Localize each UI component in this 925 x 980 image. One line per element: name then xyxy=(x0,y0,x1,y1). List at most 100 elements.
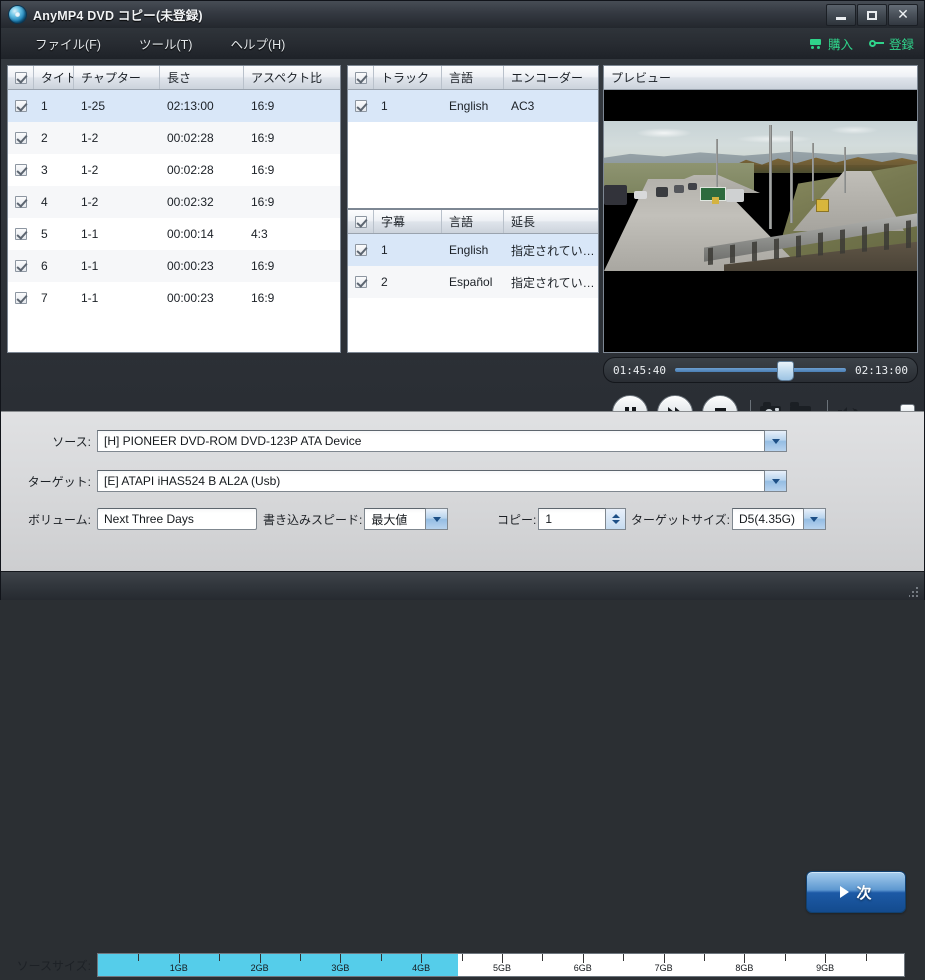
target-size-dropdown-arrow[interactable] xyxy=(804,508,826,530)
table-row[interactable]: 51-100:00:144:3 xyxy=(8,218,340,250)
title-select-all-checkbox[interactable] xyxy=(8,66,34,89)
meter-tick xyxy=(785,954,786,961)
meter-tick-label: 4GB xyxy=(412,963,430,973)
source-size-fill xyxy=(98,954,458,976)
source-dropdown-arrow[interactable] xyxy=(765,430,787,452)
menu-file[interactable]: ファイル(F) xyxy=(23,30,113,57)
table-row[interactable]: 61-100:00:2316:9 xyxy=(8,250,340,282)
meter-tick xyxy=(744,954,745,963)
title-cell: 3 xyxy=(34,154,74,186)
settings-panel: ソース: [H] PIONEER DVD-ROM DVD-123P ATA De… xyxy=(1,411,924,571)
table-row[interactable]: 71-100:00:2316:9 xyxy=(8,282,340,314)
column-encoder[interactable]: エンコーダー xyxy=(504,66,598,89)
meter-tick xyxy=(623,954,624,961)
video-surface[interactable] xyxy=(604,90,917,326)
aspect-cell: 16:9 xyxy=(244,250,340,282)
close-button[interactable]: ✕ xyxy=(888,4,918,26)
meter-tick xyxy=(542,954,543,961)
meter-tick xyxy=(340,954,341,963)
column-subtitle-language[interactable]: 言語 xyxy=(442,210,504,233)
buy-button[interactable]: 購入 xyxy=(808,34,853,53)
target-select[interactable]: [E] ATAPI iHAS524 B AL2A (Usb) xyxy=(97,470,765,492)
clouds xyxy=(604,123,917,149)
table-row[interactable]: 1EnglishAC3 xyxy=(348,90,598,122)
cart-icon xyxy=(808,38,823,50)
target-size-select[interactable]: D5(4.35G) xyxy=(732,508,804,530)
title-list[interactable]: タイト チャプター 長さ アスペクト比 11-2502:13:0016:921-… xyxy=(7,65,341,353)
speed-label: 書き込みスピード: xyxy=(263,511,362,528)
table-row[interactable]: 1English指定されてい… xyxy=(348,234,598,266)
source-size-row: ソースサイズ: 1GB2GB3GB4GB5GB6GB7GB8GB9GB xyxy=(1,950,924,980)
meter-tick-label: 7GB xyxy=(655,963,673,973)
row-checkbox[interactable] xyxy=(8,218,34,250)
subtitle-select-all-checkbox[interactable] xyxy=(348,210,374,233)
speed-row: 書き込みスピード: 最大値 xyxy=(263,508,448,530)
row-checkbox[interactable] xyxy=(348,234,374,266)
row-checkbox[interactable] xyxy=(8,250,34,282)
chapter-cell: 1-2 xyxy=(74,154,160,186)
minimize-button[interactable] xyxy=(826,4,856,26)
speed-select[interactable]: 最大値 xyxy=(364,508,426,530)
seek-bar[interactable]: 01:45:40 02:13:00 xyxy=(603,357,918,383)
track-select-all-checkbox[interactable] xyxy=(348,66,374,89)
seek-track[interactable] xyxy=(675,368,846,372)
table-row[interactable]: 31-200:02:2816:9 xyxy=(8,154,340,186)
copies-stepper[interactable] xyxy=(606,508,626,530)
maximize-button[interactable] xyxy=(857,4,887,26)
subtitle-list[interactable]: 字幕 言語 延長 1English指定されてい…2Español指定されてい… xyxy=(347,209,599,353)
aspect-cell: 4:3 xyxy=(244,218,340,250)
track-list-header: トラック 言語 エンコーダー xyxy=(348,66,598,90)
row-checkbox[interactable] xyxy=(348,90,374,122)
chapter-cell: 1-1 xyxy=(74,282,160,314)
checkbox-icon xyxy=(15,132,27,144)
language-cell: English xyxy=(442,90,504,122)
target-dropdown-arrow[interactable] xyxy=(765,470,787,492)
column-length[interactable]: 長さ xyxy=(160,66,244,89)
checkbox-icon xyxy=(355,244,367,256)
row-checkbox[interactable] xyxy=(8,282,34,314)
meter-tick xyxy=(300,954,301,961)
menu-help[interactable]: ヘルプ(H) xyxy=(218,30,297,57)
chapter-cell: 1-2 xyxy=(74,122,160,154)
row-checkbox[interactable] xyxy=(8,122,34,154)
row-checkbox[interactable] xyxy=(8,90,34,122)
table-row[interactable]: 11-2502:13:0016:9 xyxy=(8,90,340,122)
meter-tick xyxy=(825,954,826,963)
chapter-cell: 1-2 xyxy=(74,186,160,218)
aspect-cell: 16:9 xyxy=(244,154,340,186)
car-dark-1 xyxy=(656,187,668,197)
copies-input[interactable]: 1 xyxy=(538,508,606,530)
menu-tools[interactable]: ツール(T) xyxy=(127,30,204,57)
audio-track-list[interactable]: トラック 言語 エンコーダー 1EnglishAC3 xyxy=(347,65,599,209)
chapter-cell: 1-1 xyxy=(74,218,160,250)
title-cell: 4 xyxy=(34,186,74,218)
column-title[interactable]: タイト xyxy=(34,66,74,89)
column-track[interactable]: トラック xyxy=(374,66,442,89)
chapter-cell: 1-25 xyxy=(74,90,160,122)
table-row[interactable]: 21-200:02:2816:9 xyxy=(8,122,340,154)
title-cell: 1 xyxy=(34,90,74,122)
column-chapter[interactable]: チャプター xyxy=(74,66,160,89)
checkbox-icon xyxy=(15,292,27,304)
table-row[interactable]: 2Español指定されてい… xyxy=(348,266,598,298)
meter-tick xyxy=(381,954,382,961)
column-track-language[interactable]: 言語 xyxy=(442,66,504,89)
register-button[interactable]: 登録 xyxy=(869,34,914,53)
speed-dropdown-arrow[interactable] xyxy=(426,508,448,530)
row-checkbox[interactable] xyxy=(8,186,34,218)
table-row[interactable]: 41-200:02:3216:9 xyxy=(8,186,340,218)
next-button[interactable]: 次 xyxy=(806,871,906,913)
chapter-cell: 1-1 xyxy=(74,250,160,282)
car-truck-left xyxy=(604,185,627,205)
column-subtitle[interactable]: 字幕 xyxy=(374,210,442,233)
light-pole-1 xyxy=(769,125,772,229)
column-extension[interactable]: 延長 xyxy=(504,210,598,233)
volume-input[interactable]: Next Three Days xyxy=(97,508,257,530)
resize-grip[interactable] xyxy=(909,586,920,597)
row-checkbox[interactable] xyxy=(348,266,374,298)
column-aspect[interactable]: アスペクト比 xyxy=(244,66,340,89)
seek-thumb[interactable] xyxy=(777,361,794,381)
source-select[interactable]: [H] PIONEER DVD-ROM DVD-123P ATA Device xyxy=(97,430,765,452)
source-size-meter: 1GB2GB3GB4GB5GB6GB7GB8GB9GB xyxy=(97,953,905,977)
row-checkbox[interactable] xyxy=(8,154,34,186)
